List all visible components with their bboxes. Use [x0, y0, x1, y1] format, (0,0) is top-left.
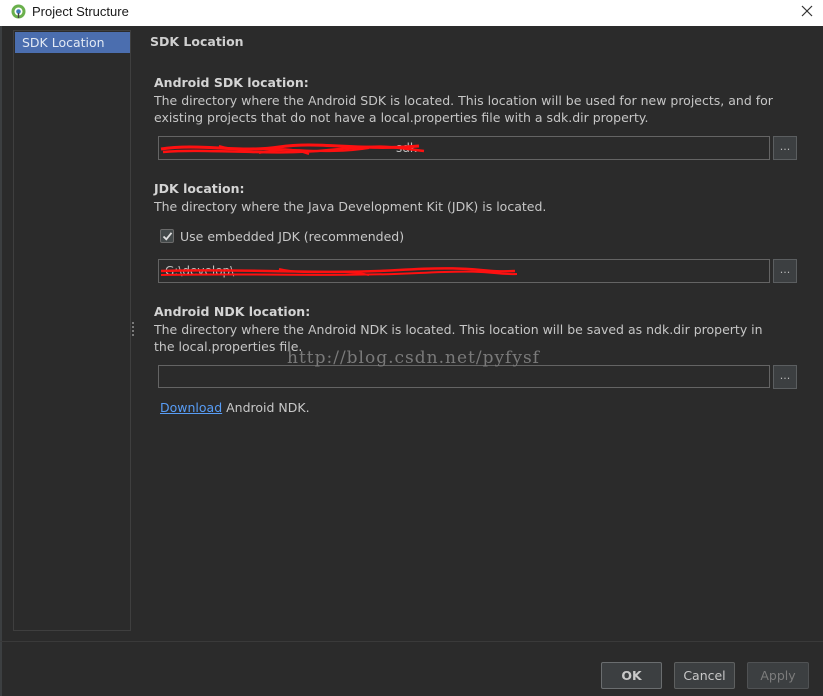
checkmark-icon: [162, 232, 173, 241]
jdk-browse-button[interactable]: ...: [773, 259, 797, 283]
android-ndk-browse-button[interactable]: ...: [773, 365, 797, 389]
android-sdk-browse-button[interactable]: ...: [773, 136, 797, 160]
android-studio-icon: [11, 4, 26, 19]
splitter-handle[interactable]: [131, 322, 135, 340]
jdk-description: The directory where the Java Development…: [154, 199, 547, 214]
redaction-scribble: [160, 143, 425, 155]
use-embedded-jdk-checkbox[interactable]: [160, 229, 174, 243]
download-ndk-suffix: Android NDK.: [222, 400, 310, 415]
cancel-button[interactable]: Cancel: [674, 662, 735, 689]
close-icon[interactable]: [799, 3, 815, 19]
redaction-scribble: [160, 267, 518, 276]
sidebar: SDK Location: [13, 30, 131, 631]
android-sdk-path-field[interactable]: sdk: [158, 136, 770, 160]
apply-button[interactable]: Apply: [747, 662, 809, 689]
ok-button[interactable]: OK: [601, 662, 662, 689]
footer-divider: [0, 641, 823, 642]
jdk-path-field[interactable]: G:\develop\: [158, 259, 770, 283]
jdk-heading: JDK location:: [154, 181, 245, 196]
download-ndk-line: Download Android NDK.: [160, 400, 310, 415]
use-embedded-jdk-label[interactable]: Use embedded JDK (recommended): [180, 229, 404, 244]
window-title: Project Structure: [32, 4, 129, 19]
android-sdk-description: The directory where the Android SDK is l…: [154, 93, 773, 125]
window-border: [0, 26, 2, 696]
download-ndk-link[interactable]: Download: [160, 400, 222, 415]
title-bar: Project Structure: [0, 0, 823, 26]
android-sdk-heading: Android SDK location:: [154, 75, 309, 90]
android-ndk-path-field[interactable]: [158, 365, 770, 388]
watermark: http://blog.csdn.net/pyfysf: [287, 348, 540, 368]
android-ndk-heading: Android NDK location:: [154, 304, 311, 319]
sidebar-item-label: SDK Location: [22, 35, 105, 50]
sidebar-item-sdk-location[interactable]: SDK Location: [15, 32, 130, 53]
panel-title: SDK Location: [150, 34, 244, 49]
